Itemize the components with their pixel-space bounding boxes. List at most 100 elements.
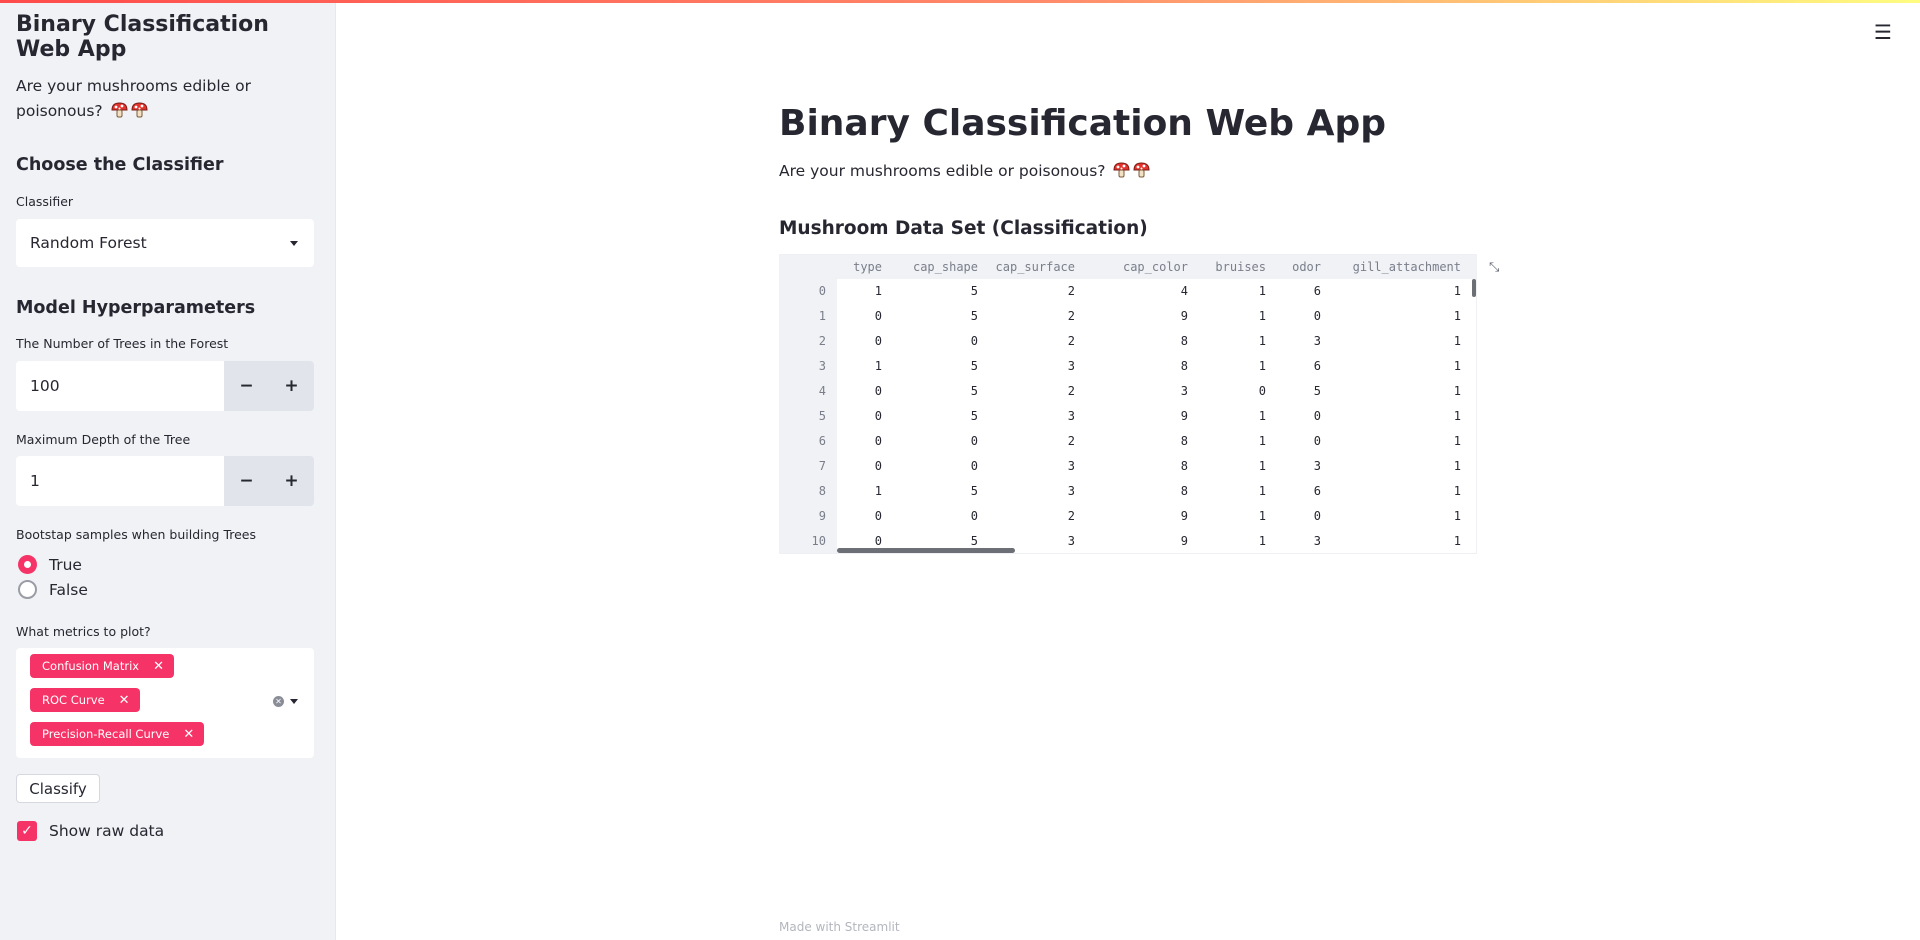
table-cell[interactable]: 1 — [1259, 479, 1266, 503]
table-cell[interactable]: 5 — [971, 379, 978, 403]
n-trees-value[interactable]: 100 — [16, 361, 224, 411]
table-cell[interactable]: 6 — [1314, 354, 1321, 378]
table-cell[interactable]: 1 — [1259, 504, 1266, 528]
table-cell[interactable]: 3 — [1314, 454, 1321, 478]
fullscreen-expand-icon[interactable]: ⤡ — [1489, 260, 1499, 275]
table-cell[interactable]: 0 — [1314, 504, 1321, 528]
table-cell[interactable]: 0 — [875, 404, 882, 428]
table-cell[interactable]: 5 — [971, 529, 978, 553]
table-cell[interactable]: 1 — [1454, 504, 1461, 528]
table-cell[interactable]: 1 — [1259, 404, 1266, 428]
table-cell[interactable]: 0 — [875, 429, 882, 453]
clear-all-icon[interactable]: ✕ — [273, 696, 284, 707]
table-cell[interactable]: 1 — [1259, 329, 1266, 353]
table-cell[interactable]: 5 — [971, 354, 978, 378]
table-cell[interactable]: 1 — [875, 354, 882, 378]
table-cell[interactable]: 1 — [875, 279, 882, 303]
table-cell[interactable]: 2 — [1068, 429, 1075, 453]
table-cell[interactable]: 0 — [971, 429, 978, 453]
max-depth-decrement-button[interactable]: − — [224, 456, 269, 506]
table-cell[interactable]: 0 — [1314, 429, 1321, 453]
table-cell[interactable]: 2 — [1068, 329, 1075, 353]
chevron-down-icon[interactable] — [290, 699, 298, 704]
table-cell[interactable]: 0 — [875, 329, 882, 353]
table-cell[interactable]: 3 — [1181, 379, 1188, 403]
table-cell[interactable]: 2 — [1068, 279, 1075, 303]
table-cell[interactable]: 1 — [1454, 479, 1461, 503]
bootstrap-option-true[interactable]: True — [18, 555, 82, 574]
data-table[interactable]: type cap_shape cap_surface cap_color bruises… — [779, 254, 1477, 554]
table-cell[interactable]: 8 — [1181, 429, 1188, 453]
table-column-header[interactable]: type — [853, 255, 882, 279]
table-cell[interactable]: 6 — [1314, 279, 1321, 303]
table-cell[interactable]: 1 — [1259, 429, 1266, 453]
table-column-header[interactable]: gill_attachment — [1353, 255, 1461, 279]
table-cell[interactable]: 9 — [1181, 404, 1188, 428]
n-trees-decrement-button[interactable]: − — [224, 361, 269, 411]
table-cell[interactable]: 9 — [1181, 504, 1188, 528]
table-cell[interactable]: 0 — [875, 504, 882, 528]
max-depth-value[interactable]: 1 — [16, 456, 224, 506]
horizontal-scrollbar[interactable] — [837, 548, 1015, 553]
table-cell[interactable]: 1 — [1259, 304, 1266, 328]
table-cell[interactable]: 1 — [1259, 454, 1266, 478]
bootstrap-option-false[interactable]: False — [18, 580, 88, 599]
table-cell[interactable]: 0 — [971, 454, 978, 478]
table-cell[interactable]: 1 — [1259, 354, 1266, 378]
table-cell[interactable]: 8 — [1181, 454, 1188, 478]
table-cell[interactable]: 2 — [1068, 504, 1075, 528]
table-cell[interactable]: 3 — [1068, 354, 1075, 378]
table-column-header[interactable]: cap_shape — [913, 255, 978, 279]
show-raw-data-checkbox[interactable]: ✓ Show raw data — [17, 821, 164, 841]
vertical-scrollbar[interactable] — [1472, 279, 1476, 297]
table-cell[interactable]: 3 — [1314, 529, 1321, 553]
table-cell[interactable]: 8 — [1181, 329, 1188, 353]
classifier-select[interactable]: Random Forest — [16, 219, 314, 267]
remove-tag-icon[interactable]: ✕ — [119, 693, 130, 708]
remove-tag-icon[interactable]: ✕ — [183, 727, 194, 742]
table-cell[interactable]: 1 — [1454, 529, 1461, 553]
table-cell[interactable]: 1 — [1454, 329, 1461, 353]
table-cell[interactable]: 4 — [1181, 279, 1188, 303]
table-cell[interactable]: 5 — [1314, 379, 1321, 403]
table-cell[interactable]: 5 — [971, 404, 978, 428]
table-cell[interactable]: 5 — [971, 279, 978, 303]
table-column-header[interactable]: cap_surface — [996, 255, 1075, 279]
table-cell[interactable]: 5 — [971, 304, 978, 328]
metrics-multiselect[interactable]: Confusion Matrix ✕ ROC Curve ✕ Precision… — [16, 648, 314, 758]
table-cell[interactable]: 5 — [971, 479, 978, 503]
table-cell[interactable]: 0 — [1259, 379, 1266, 403]
table-cell[interactable]: 1 — [1259, 279, 1266, 303]
table-cell[interactable]: 0 — [1314, 304, 1321, 328]
remove-tag-icon[interactable]: ✕ — [153, 659, 164, 674]
table-cell[interactable]: 1 — [1454, 379, 1461, 403]
table-cell[interactable]: 0 — [875, 379, 882, 403]
table-cell[interactable]: 1 — [1454, 429, 1461, 453]
table-cell[interactable]: 6 — [1314, 479, 1321, 503]
table-cell[interactable]: 8 — [1181, 354, 1188, 378]
table-cell[interactable]: 1 — [1454, 279, 1461, 303]
hamburger-menu-icon[interactable]: ☰ — [1874, 20, 1892, 44]
table-column-header[interactable]: odor — [1292, 255, 1321, 279]
table-cell[interactable]: 3 — [1068, 454, 1075, 478]
max-depth-increment-button[interactable]: + — [269, 456, 314, 506]
table-cell[interactable]: 2 — [1068, 304, 1075, 328]
table-cell[interactable]: 0 — [971, 504, 978, 528]
table-cell[interactable]: 1 — [1454, 354, 1461, 378]
table-cell[interactable]: 0 — [875, 454, 882, 478]
table-cell[interactable]: 0 — [1314, 404, 1321, 428]
table-cell[interactable]: 8 — [1181, 479, 1188, 503]
table-cell[interactable]: 9 — [1181, 529, 1188, 553]
table-cell[interactable]: 3 — [1068, 479, 1075, 503]
table-cell[interactable]: 1 — [1454, 404, 1461, 428]
table-column-header[interactable]: bruises — [1215, 255, 1266, 279]
classify-button[interactable]: Classify — [16, 774, 100, 803]
table-cell[interactable]: 1 — [1454, 304, 1461, 328]
table-cell[interactable]: 3 — [1314, 329, 1321, 353]
table-cell[interactable]: 9 — [1181, 304, 1188, 328]
table-cell[interactable]: 1 — [875, 479, 882, 503]
table-cell[interactable]: 0 — [875, 304, 882, 328]
table-cell[interactable]: 1 — [1259, 529, 1266, 553]
table-cell[interactable]: 0 — [875, 529, 882, 553]
table-column-header[interactable]: cap_color — [1123, 255, 1188, 279]
